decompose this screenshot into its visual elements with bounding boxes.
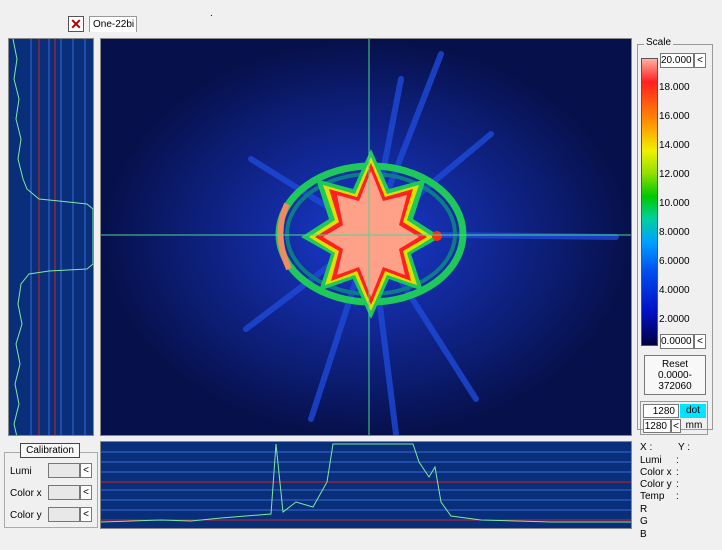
scale-tick: 10.000 [659, 198, 690, 209]
scale-min-field[interactable]: 0.0000 [660, 334, 694, 349]
readout-colon: : [676, 479, 679, 490]
reset-button[interactable]: Reset 0.0000- 372060 [644, 355, 706, 395]
calibration-colory-field[interactable] [48, 507, 80, 522]
readout-y-label: Y : [678, 442, 691, 453]
scale-tick: 16.000 [659, 111, 690, 122]
scale-title: Scale [644, 37, 674, 48]
readout-b: B [640, 529, 647, 540]
scale-tick: 2.0000 [659, 314, 690, 325]
readout-g: G [640, 516, 648, 527]
scale-min-arrow-button[interactable]: < [694, 334, 706, 349]
scale-tick: 6.0000 [659, 256, 690, 267]
dot-mark: . [210, 8, 213, 19]
calibration-colorx-arrow-button[interactable]: < [80, 485, 92, 500]
readout-temp: Temp [640, 491, 665, 502]
reset-range-start: 0.0000- [658, 370, 692, 381]
readout-colon: : [676, 455, 679, 466]
scale-tick: 18.000 [659, 82, 690, 93]
calibration-colorx-field[interactable] [48, 485, 80, 500]
readout-lumi: Lumi [640, 455, 662, 466]
resolution-arrow-button[interactable]: < [671, 419, 681, 433]
readout-colon: : [676, 467, 679, 478]
readout-x-label: X : [640, 442, 653, 453]
reset-range-end: 372060 [658, 381, 692, 392]
tab-image-title[interactable]: One-22bi [89, 16, 137, 32]
calibration-lumi-field[interactable] [48, 463, 80, 478]
calibration-lumi-label: Lumi [10, 466, 32, 477]
horizontal-profile-panel [100, 441, 632, 529]
readout-color-x: Color x [640, 467, 672, 478]
reset-label: Reset [661, 359, 689, 370]
readout-r: R [640, 504, 648, 515]
vertical-profile-panel [8, 38, 94, 436]
calibration-colory-label: Color y [10, 510, 42, 521]
calibration-colorx-label: Color x [10, 488, 42, 499]
calibration-lumi-arrow-button[interactable]: < [80, 463, 92, 478]
unit-dot-label[interactable]: dot [680, 404, 706, 418]
resolution-mm-field[interactable]: 1280 [643, 419, 671, 433]
close-tab-button[interactable]: ✕ [68, 16, 84, 32]
readout-color-y: Color y [640, 479, 672, 490]
resolution-dot-field[interactable]: 1280 [643, 404, 679, 418]
scale-max-field[interactable]: 20.000 [660, 53, 694, 68]
scale-tick: 14.000 [659, 140, 690, 151]
readout-colon: : [676, 491, 679, 502]
scale-tick: 4.0000 [659, 285, 690, 296]
scale-tick: 12.000 [659, 169, 690, 180]
scale-tick: 8.0000 [659, 227, 690, 238]
calibration-button[interactable]: Calibration [20, 443, 80, 458]
unit-mm-label[interactable]: mm [683, 419, 705, 433]
scale-max-arrow-button[interactable]: < [694, 53, 706, 68]
calibration-colory-arrow-button[interactable]: < [80, 507, 92, 522]
color-scale-bar [641, 58, 658, 346]
luminance-image[interactable] [100, 38, 632, 436]
